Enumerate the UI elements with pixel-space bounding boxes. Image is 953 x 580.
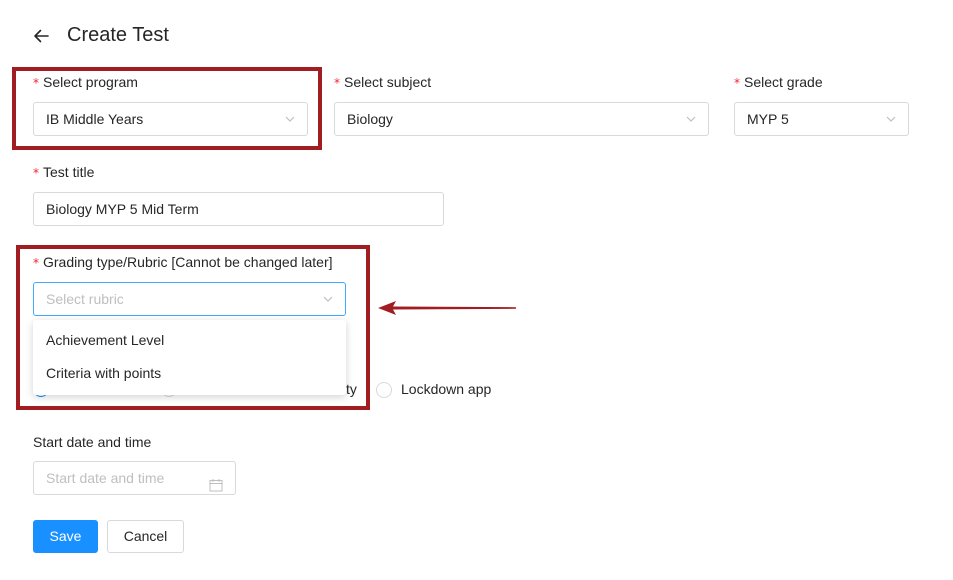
grade-select[interactable]: MYP 5 [734, 102, 909, 136]
back-button[interactable] [33, 26, 51, 46]
test-title-label: * Test title [33, 164, 95, 180]
test-title-value: Biology MYP 5 Mid Term [46, 201, 199, 217]
arrow-left-icon [34, 29, 49, 43]
subject-select[interactable]: Biology [334, 102, 709, 136]
required-mark: * [33, 166, 39, 180]
lockdown-app-radio[interactable] [376, 382, 392, 398]
start-date-input[interactable]: Start date and time [33, 461, 236, 495]
page-title: Create Test [67, 24, 169, 46]
pointer-arrow [378, 301, 516, 315]
save-button[interactable]: Save [33, 520, 98, 553]
grade-label: * Select grade [734, 74, 823, 90]
chevron-down-icon [886, 114, 896, 124]
chevron-down-icon [686, 114, 696, 124]
subject-label: * Select subject [334, 74, 432, 90]
highlight-program [12, 67, 322, 150]
subject-select-value: Biology [347, 111, 393, 127]
calendar-icon [209, 471, 223, 503]
highlight-rubric [16, 245, 370, 410]
required-mark: * [734, 76, 740, 90]
cancel-button[interactable]: Cancel [107, 520, 184, 553]
start-date-placeholder: Start date and time [46, 470, 165, 486]
grade-select-value: MYP 5 [747, 111, 789, 127]
test-title-input[interactable]: Biology MYP 5 Mid Term [33, 192, 444, 226]
required-mark: * [334, 76, 340, 90]
lockdown-app-label: Lockdown app [401, 381, 492, 397]
start-date-label: Start date and time [33, 434, 152, 450]
